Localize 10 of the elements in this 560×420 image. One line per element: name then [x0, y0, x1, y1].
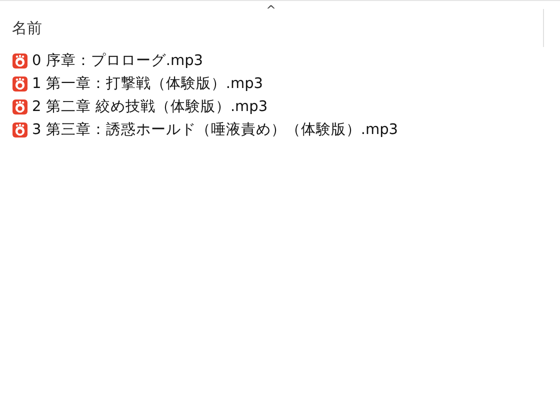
audio-file-icon — [12, 98, 28, 114]
file-name[interactable]: 3 第三章：誘惑ホールド（唾液責め）（体験版）.mp3 — [32, 120, 398, 139]
audio-file-icon — [12, 76, 28, 92]
file-name[interactable]: 2 第二章 絞め技戦（体験版）.mp3 — [32, 97, 268, 116]
audio-file-icon — [12, 52, 28, 68]
file-name[interactable]: 1 第一章：打撃戦（体験版）.mp3 — [32, 74, 263, 93]
sort-indicator[interactable]: ^ — [266, 3, 276, 17]
file-name[interactable]: 0 序章：プロローグ.mp3 — [32, 51, 203, 70]
audio-file-icon — [12, 122, 28, 138]
column-header[interactable]: 名前 — [12, 18, 42, 38]
